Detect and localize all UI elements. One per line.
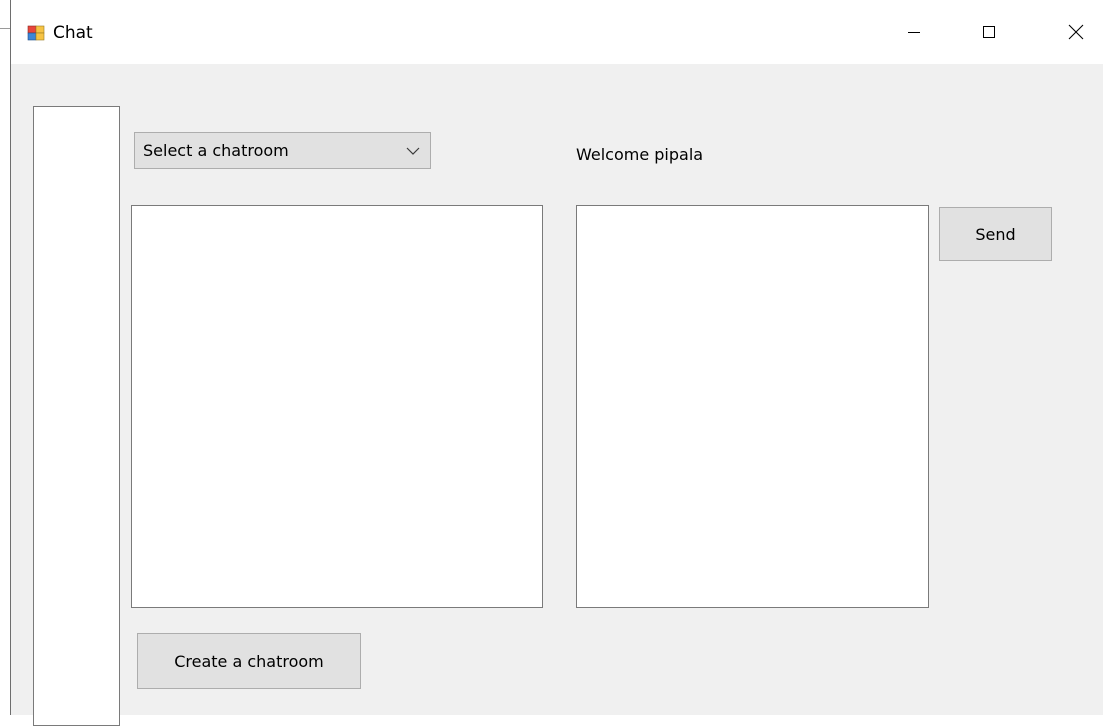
maximize-button[interactable]	[969, 14, 1009, 54]
create-chatroom-button[interactable]: Create a chatroom	[137, 633, 361, 689]
minimize-button[interactable]	[894, 14, 934, 54]
window-title: Chat	[53, 23, 93, 43]
chat-messages-area[interactable]	[131, 205, 543, 608]
close-button[interactable]	[1056, 14, 1096, 54]
minimize-icon	[906, 24, 922, 44]
outer-window-edge	[0, 28, 10, 31]
chatroom-select[interactable]: Select a chatroom	[134, 132, 431, 169]
message-input[interactable]	[576, 205, 929, 608]
chevron-down-icon	[405, 143, 421, 159]
title-bar: Chat	[11, 0, 1103, 64]
chat-window: Chat Select a chatroom Welcome pipala Se…	[10, 0, 1103, 726]
welcome-label: Welcome pipala	[576, 145, 704, 164]
chatroom-select-value: Select a chatroom	[143, 141, 289, 160]
close-icon	[1067, 23, 1085, 45]
app-icon	[27, 24, 45, 42]
maximize-icon	[981, 24, 997, 44]
send-button[interactable]: Send	[939, 207, 1052, 261]
users-list[interactable]	[33, 106, 120, 726]
